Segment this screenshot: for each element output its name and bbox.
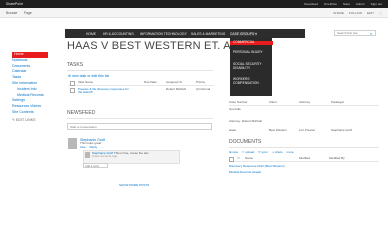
tasks-col-assigned[interactable]: Assigned To [166, 81, 182, 85]
leftnav-edit-links-label: EDIT LINKS [16, 117, 36, 122]
reply-block: Stephanie Groff This is fine, revise the… [83, 150, 180, 164]
document-type-icon: ▭ [237, 156, 240, 160]
tasks-heading: TASKS [67, 62, 84, 68]
documents-col-modified-by[interactable]: Modified By [329, 157, 345, 161]
task-row-checkbox[interactable] [70, 88, 75, 93]
tasks-col-priority[interactable]: Priority [196, 81, 205, 85]
document-link[interactable]: Medical Records (Haas) [229, 171, 261, 175]
document-link[interactable]: Discovery Response Draft (Best Western) [229, 165, 285, 169]
documents-select-all-checkbox[interactable] [229, 157, 234, 162]
reply-text: This is fine, revise the doc [114, 151, 149, 155]
global-navigation: HOME HR & ACCOUNTING INFORMATION TECHNOL… [65, 29, 305, 38]
suite-link-admin[interactable]: Admin [356, 2, 365, 6]
tasks-header-row: Task Name Due Date Assigned To Priority [68, 80, 214, 86]
task-priority: (2) Normal [196, 87, 211, 91]
share-icon: ⇢ [271, 151, 275, 154]
contacts-col-paralegal[interactable]: Paralegal [331, 101, 344, 105]
ribbon-tab-page[interactable]: Page [24, 11, 32, 15]
share-docs-button-label: share [275, 151, 283, 154]
contacts-row-2-paralegal: Stephanie Groff [331, 129, 352, 132]
table-row[interactable]: Prepare & file discovery responses for t… [68, 87, 214, 103]
nav-case-groups[interactable]: CASE GROUPS ▾ [230, 31, 257, 36]
new-document-button-label: new [232, 151, 238, 154]
show-more-posts-link[interactable]: SHOW MORE POSTS [119, 184, 149, 188]
share-docs-button[interactable]: ⇢ share [272, 151, 283, 155]
select-all-checkbox[interactable] [70, 81, 75, 86]
sync-icon: ↻ [258, 151, 261, 154]
leftnav-edit-links[interactable]: ✎ EDIT LINKS [12, 118, 48, 124]
sync-button[interactable]: ↻ sync [258, 151, 268, 155]
dropdown-item-commercial[interactable]: COMMERCIAL [230, 40, 273, 45]
newsfeed-divider [67, 118, 213, 119]
edit-button[interactable]: EDIT [367, 11, 374, 15]
case-contacts-list: Case Number Client Attorney Paralegal Gr… [229, 100, 379, 142]
documents-heading: DOCUMENTS [229, 139, 262, 145]
follow-button[interactable]: FOLLOW [349, 11, 362, 15]
nav-information-technology[interactable]: INFORMATION TECHNOLOGY [140, 32, 187, 36]
list-item[interactable]: Discovery Response Draft (Best Western) [229, 164, 379, 169]
contacts-col-attorney[interactable]: Attorney [299, 101, 310, 105]
nav-case-groups-label: CASE GROUPS [230, 31, 255, 36]
case-groups-dropdown: COMMERCIAL PERSONAL INJURY SOCIAL SECURI… [230, 38, 273, 96]
tasks-col-title[interactable]: Task Name [78, 81, 93, 85]
suite-link-sites[interactable]: Sites [343, 2, 350, 6]
documents-divider [229, 147, 379, 148]
table-row[interactable]: Haas Best Western Lori Preston Stephanie… [229, 129, 379, 134]
contacts-col-case[interactable]: Case Number [229, 101, 248, 105]
nav-sales-marketing[interactable]: SALES & MARKETING [191, 32, 225, 36]
documents-col-name[interactable]: Name [245, 157, 253, 161]
ribbon-actions: SHARE FOLLOW EDIT ⬚ [333, 11, 382, 15]
new-task-link[interactable]: ⊕ new task or edit this list [68, 74, 109, 78]
task-assigned-to: Robert Mitchell [166, 87, 187, 91]
leftnav-item-site-contents[interactable]: Site Contents [12, 110, 48, 116]
suite-link-onedrive[interactable]: OneDrive [324, 2, 337, 6]
ribbon-bar: Browse Page SHARE FOLLOW EDIT ⬚ [0, 8, 388, 18]
dropdown-item-social-security-disability[interactable]: SOCIAL SECURITY DISABILITY [233, 62, 269, 71]
contacts-header-row: Case Number Client Attorney Paralegal [229, 100, 379, 106]
attorney-note: Attorney: Robert Mitchell [229, 120, 262, 123]
reply-timestamp: A few seconds ago [92, 155, 118, 158]
more-button[interactable]: more [287, 151, 294, 155]
upload-icon: ⇧ [241, 151, 245, 154]
documents-col-modified[interactable]: Modified [299, 157, 310, 161]
contacts-row-1-case: Grenville [229, 108, 241, 111]
contacts-col-client[interactable]: Client [269, 101, 277, 105]
chevron-down-icon: ▾ [255, 31, 257, 36]
documents-toolbar: ⊕ new ⇧ upload ↻ sync ⇢ share more [229, 151, 294, 155]
newsfeed-heading: NEWSFEED [67, 110, 96, 116]
nav-home[interactable]: HOME [86, 32, 96, 36]
dropdown-item-workers-compensation[interactable]: WORKERS COMPENSATION [233, 77, 269, 86]
avatar [85, 152, 90, 158]
suite-links: Newsfeed OneDrive Sites Admin Sign out [304, 2, 382, 6]
contacts-row-2-attorney: Lori Preston [299, 129, 316, 132]
suite-link-newsfeed[interactable]: Newsfeed [304, 2, 318, 6]
contacts-row-2-client: Best Western [269, 129, 287, 132]
nav-hr-accounting[interactable]: HR & ACCOUNTING [103, 32, 134, 36]
suite-link-signout[interactable]: Sign out [371, 2, 382, 6]
search-icon[interactable]: ⌕ [370, 31, 372, 36]
focus-icon[interactable]: ⬚ [379, 11, 382, 15]
task-title-link[interactable]: Prepare & file discovery responses for t… [78, 88, 132, 95]
quick-launch: Home Notebook Documents Calendar Tasks S… [12, 52, 48, 124]
page-title: HAAS V BEST WESTERN ET. AL. [67, 40, 241, 52]
tasks-col-due[interactable]: Due Date [144, 81, 157, 85]
new-task-link-label: new task or edit this list [72, 74, 110, 78]
upload-button-label: upload [245, 151, 255, 154]
ribbon-tab-browse[interactable]: Browse [6, 11, 17, 15]
new-document-button[interactable]: ⊕ new [229, 151, 238, 155]
list-item[interactable]: Medical Records (Haas) [229, 170, 379, 175]
dropdown-item-personal-injury[interactable]: PERSONAL INJURY [233, 50, 269, 55]
suite-site-link[interactable]: SharePoint [6, 2, 23, 6]
avatar[interactable] [68, 138, 77, 149]
upload-button[interactable]: ⇧ upload [242, 151, 254, 155]
suite-bar: SharePoint Newsfeed OneDrive Sites Admin… [0, 0, 388, 8]
share-button[interactable]: SHARE [333, 11, 344, 15]
sync-button-label: sync [261, 151, 268, 154]
documents-header-row: ▭ Name Modified Modified By [229, 156, 379, 162]
reply-input[interactable] [83, 163, 108, 168]
tasks-divider [67, 70, 213, 71]
contacts-row-2-case: Haas [229, 129, 237, 132]
newsfeed-compose-input[interactable] [67, 123, 212, 130]
